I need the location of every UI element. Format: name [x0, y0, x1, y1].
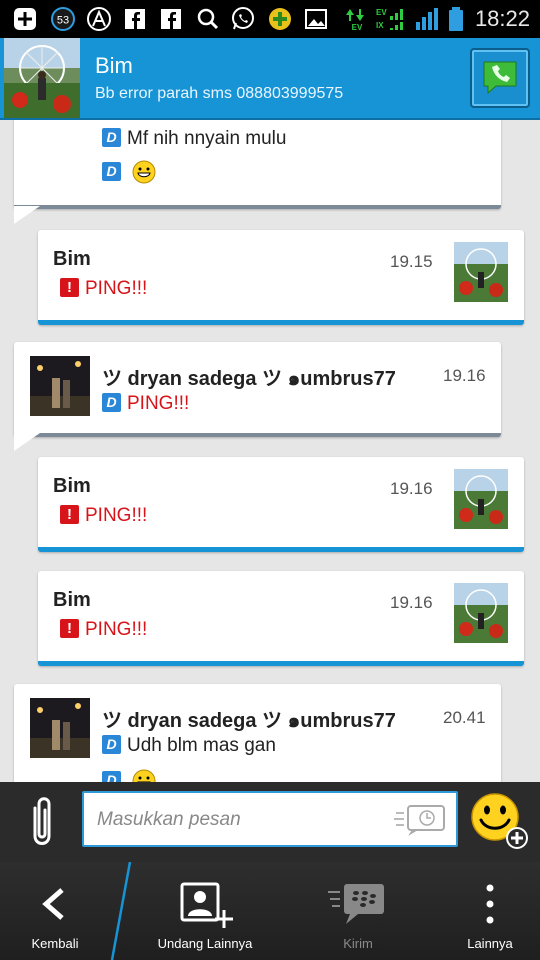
- voice-call-button[interactable]: [470, 48, 530, 108]
- alert-icon: !: [60, 505, 79, 524]
- phone-icon: [483, 61, 517, 95]
- message-bubble[interactable]: D Mf nih nnyain mulu D: [14, 120, 501, 209]
- network-ev-icon: EV: [346, 9, 364, 32]
- signal-icon: EV IX: [376, 8, 403, 30]
- back-label: Kembali: [31, 936, 79, 951]
- sender-name: ツ dryan sadega ツ ๑umbrus77: [102, 368, 396, 390]
- emoticon-button[interactable]: [470, 792, 530, 852]
- plus-app-icon: [269, 8, 291, 30]
- grin-emoji-icon: [132, 769, 156, 782]
- delivered-icon: D: [102, 162, 121, 181]
- sender-name: ツ dryan sadega ツ ๑umbrus77: [102, 710, 396, 732]
- message-emoji-line: D: [102, 769, 156, 782]
- message-emoji-line: D: [102, 160, 156, 184]
- notification-count-badge: 53: [51, 7, 75, 31]
- svg-text:EV: EV: [352, 23, 363, 32]
- sender-avatar[interactable]: [30, 698, 90, 758]
- invite-button[interactable]: Undang Lainnya: [140, 862, 270, 960]
- more-button[interactable]: Lainnya: [440, 862, 540, 960]
- message-time: 19.16: [390, 593, 433, 612]
- delivered-icon: D: [102, 771, 121, 782]
- bottom-action-bar: Kembali Undang Lainnya Kirim Lainnya: [0, 862, 540, 960]
- send-hint-icon: [394, 805, 445, 836]
- message-time: 19.16: [443, 366, 486, 385]
- ping-message: ! PING!!!: [60, 505, 147, 527]
- delivered-icon: D: [102, 393, 121, 412]
- status-bar: 53 EV EV IX 18:22: [0, 0, 540, 38]
- bbm-send-icon: [328, 884, 384, 924]
- message-bubble[interactable]: ツ dryan sadega ツ ๑umbrus77 19.16 D PING!!…: [14, 342, 501, 437]
- alert-icon: !: [60, 278, 79, 297]
- ping-message: ! PING!!!: [60, 278, 147, 300]
- svg-text:EV: EV: [376, 8, 387, 17]
- contact-avatar[interactable]: [4, 38, 80, 118]
- search-icon: [197, 8, 219, 30]
- nav-divider: [110, 862, 132, 960]
- bubble-tail: [14, 433, 40, 451]
- sender-name: Bim: [53, 589, 91, 611]
- clock: 18:22: [474, 6, 530, 31]
- message-text: D Mf nih nnyain mulu: [102, 128, 286, 150]
- sender-name: Bim: [53, 475, 91, 497]
- message-bubble[interactable]: Bim 19.15 ! PING!!!: [38, 230, 524, 325]
- sender-avatar[interactable]: [30, 356, 90, 416]
- delivered-icon: D: [102, 735, 121, 754]
- bubble-tail: [14, 206, 40, 224]
- composer-bar: Masukkan pesan: [0, 782, 540, 862]
- invite-label: Undang Lainnya: [157, 936, 253, 951]
- alert-icon: !: [60, 619, 79, 638]
- battery-icon: [449, 7, 463, 31]
- attach-icon[interactable]: [26, 794, 56, 850]
- back-button[interactable]: Kembali: [0, 862, 110, 960]
- svg-text:IX: IX: [376, 21, 384, 30]
- add-contact-icon: [180, 882, 233, 928]
- message-time: 19.16: [390, 479, 433, 498]
- whatsapp-icon: [232, 7, 254, 30]
- message-time: 19.15: [390, 252, 433, 271]
- message-input[interactable]: Masukkan pesan: [82, 791, 458, 847]
- sender-avatar[interactable]: [454, 469, 508, 529]
- contact-status: Bb error parah sms 088803999575: [95, 85, 344, 102]
- facebook-icon-2: [161, 9, 181, 29]
- message-time: 20.41: [443, 708, 486, 727]
- send-label: Kirim: [343, 936, 373, 951]
- facebook-icon: [125, 9, 145, 29]
- contact-name: Bim: [95, 53, 133, 78]
- send-button[interactable]: Kirim: [300, 862, 416, 960]
- message-bubble[interactable]: Bim 19.16 ! PING!!!: [38, 571, 524, 666]
- grin-emoji-icon: [132, 160, 156, 184]
- ping-message: ! PING!!!: [60, 619, 147, 641]
- message-bubble[interactable]: Bim 19.16 ! PING!!!: [38, 457, 524, 552]
- message-text: D Udh blm mas gan: [102, 735, 276, 757]
- sender-avatar[interactable]: [454, 242, 508, 302]
- chat-thread[interactable]: D Mf nih nnyain mulu D Bim 19.15 ! PING!!!…: [0, 120, 540, 782]
- message-bubble[interactable]: ツ dryan sadega ツ ๑umbrus77 20.41 D Udh bl…: [14, 684, 501, 782]
- more-label: Lainnya: [467, 936, 513, 951]
- sender-avatar[interactable]: [454, 583, 508, 643]
- sender-name: Bim: [53, 248, 91, 270]
- svg-text:53: 53: [57, 15, 69, 27]
- add-icon: [14, 8, 36, 30]
- arrow-logo-icon: [87, 7, 111, 31]
- gallery-icon: [305, 9, 327, 29]
- delivered-icon: D: [102, 128, 121, 147]
- more-options-icon: [486, 884, 494, 924]
- back-arrow-icon: [42, 888, 64, 920]
- chat-header: Bim Bb error parah sms 088803999575: [0, 38, 540, 120]
- ping-message: D PING!!!: [102, 393, 189, 415]
- signal-bars-icon: [416, 8, 438, 30]
